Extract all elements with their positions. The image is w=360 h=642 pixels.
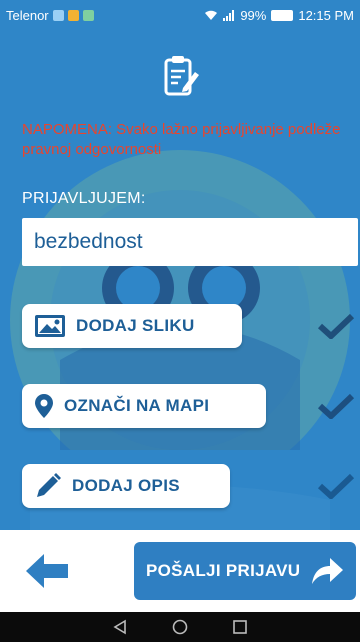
clock: 12:15 PM bbox=[298, 7, 354, 23]
nav-home-icon[interactable] bbox=[172, 619, 188, 635]
mark-on-map-button[interactable]: OZNAČI NA MAPI bbox=[22, 384, 266, 428]
check-icon bbox=[318, 473, 354, 499]
share-arrow-icon bbox=[312, 558, 344, 584]
system-nav-bar bbox=[0, 612, 360, 642]
bottom-bar: POŠALJI PRIJAVU bbox=[0, 530, 360, 612]
back-arrow-icon[interactable] bbox=[24, 552, 70, 590]
map-pin-icon bbox=[35, 394, 53, 418]
report-form: NAPOMENA: Svako lažno prijavljivanje pod… bbox=[0, 30, 360, 530]
send-report-label: POŠALJI PRIJAVU bbox=[146, 561, 301, 580]
send-report-button[interactable]: POŠALJI PRIJAVU bbox=[134, 542, 356, 600]
battery-icon bbox=[271, 9, 294, 21]
add-photo-label: DODAJ SLIKU bbox=[76, 316, 195, 335]
add-description-button[interactable]: DODAJ OPIS bbox=[22, 464, 230, 508]
clipboard-edit-icon bbox=[164, 56, 199, 96]
legal-notice: NAPOMENA: Svako lažno prijavljivanje pod… bbox=[22, 121, 341, 158]
signal-icon bbox=[223, 9, 235, 21]
check-icon bbox=[318, 393, 354, 419]
category-field[interactable]: bezbednost bbox=[22, 218, 358, 266]
nav-back-icon[interactable] bbox=[112, 619, 128, 635]
battery-percent: 99% bbox=[240, 7, 267, 23]
report-label: PRIJAVLJUJEM: bbox=[22, 190, 146, 207]
add-description-label: DODAJ OPIS bbox=[72, 476, 180, 495]
status-bar: Telenor 99% 12:15 PM bbox=[0, 0, 360, 30]
notification-icon bbox=[67, 9, 79, 21]
check-icon bbox=[318, 313, 354, 339]
image-icon bbox=[35, 315, 65, 337]
add-photo-button[interactable]: DODAJ SLIKU bbox=[22, 304, 242, 348]
mark-on-map-label: OZNAČI NA MAPI bbox=[64, 396, 210, 415]
notification-icon bbox=[82, 9, 94, 21]
notification-icon bbox=[52, 9, 64, 21]
carrier-label: Telenor bbox=[6, 7, 49, 23]
background-illustration bbox=[0, 150, 360, 530]
nav-recents-icon[interactable] bbox=[232, 619, 248, 635]
wifi-icon bbox=[205, 10, 218, 20]
category-value: bezbednost bbox=[34, 230, 143, 253]
pencil-icon bbox=[37, 473, 61, 497]
